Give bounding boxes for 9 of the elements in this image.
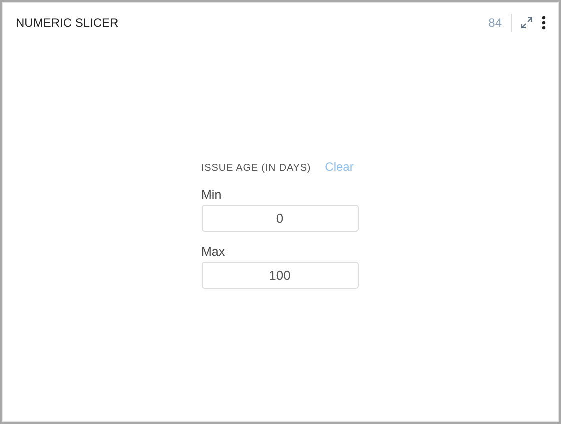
expand-icon[interactable] [521, 17, 533, 29]
more-menu-icon[interactable] [542, 16, 546, 30]
record-count: 84 [488, 14, 512, 32]
filter-label: ISSUE AGE (IN DAYS) [202, 163, 312, 174]
input-field[interactable]: 0 [202, 205, 358, 232]
input-field[interactable]: 100 [202, 262, 358, 289]
field-label: Min [202, 188, 223, 202]
field-label: Max [202, 245, 226, 259]
widget-title: NUMERIC SLICER [16, 16, 120, 30]
